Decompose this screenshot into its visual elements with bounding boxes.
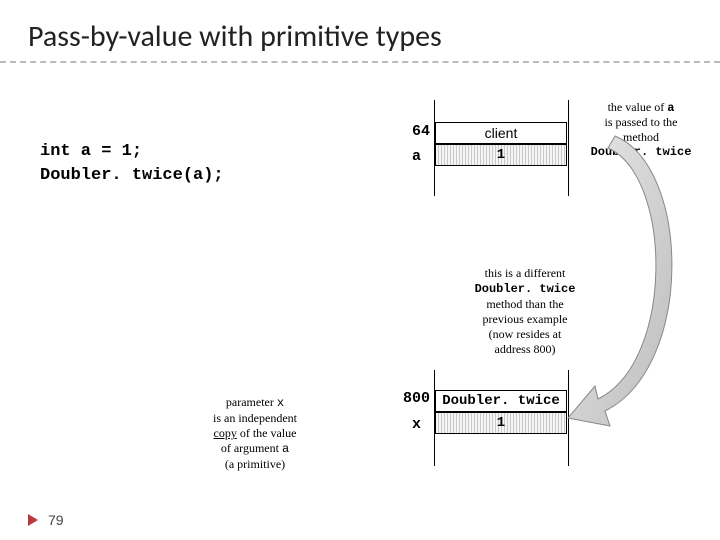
mem2-right-rule	[568, 370, 569, 466]
slide-number: 79	[48, 512, 64, 528]
note-r-l2: is passed to the	[605, 115, 678, 129]
code-snippet: int a = 1; Doubler. twice(a);	[40, 140, 224, 188]
pn-l3b: of the value	[237, 426, 297, 440]
pn-l5: (a primitive)	[225, 457, 285, 471]
mem2-var: x	[395, 416, 421, 433]
slide-marker-icon	[28, 514, 44, 526]
note-different-method: this is a different Doubler. twice metho…	[460, 266, 590, 357]
note-r-l1: the value of	[608, 100, 668, 114]
mem2-header-cell: Doubler. twice	[435, 390, 567, 412]
mid-l5: (now resides at	[489, 327, 562, 341]
code-line-1: int a = 1;	[40, 140, 224, 164]
code-line-2: Doubler. twice(a);	[40, 164, 224, 188]
note-parameter-x: parameter x is an independent copy of th…	[190, 395, 320, 472]
mem1-header-cell: client	[435, 122, 567, 144]
mid-l1: this is a different	[485, 266, 566, 280]
mem2-addr: 800	[380, 390, 430, 407]
note-r-l1b: a	[667, 101, 674, 115]
mem1-right-rule	[568, 100, 569, 196]
mem1-value-cell: 1	[435, 144, 567, 166]
mid-l6: address 800)	[495, 342, 556, 356]
note-r-l4: Doubler. twice	[591, 145, 692, 159]
pn-l1b: x	[277, 396, 284, 410]
slide-title: Pass-by-value with primitive types	[0, 0, 720, 63]
mid-l4: previous example	[483, 312, 568, 326]
note-r-l3: method	[623, 130, 659, 144]
pn-l2: is an independent	[213, 411, 297, 425]
mid-l2: Doubler. twice	[475, 282, 576, 296]
mem2-value-cell: 1	[435, 412, 567, 434]
mem1-addr: 64	[390, 123, 430, 140]
mem1-var: a	[395, 148, 421, 165]
pn-l3a: copy	[214, 426, 237, 440]
pn-l4a: of argument	[221, 441, 282, 455]
mid-l3: method than the	[486, 297, 563, 311]
pn-l4b: a	[282, 442, 289, 456]
pn-l1a: parameter	[226, 395, 277, 409]
note-value-passed: the value of a is passed to the method D…	[576, 100, 706, 160]
